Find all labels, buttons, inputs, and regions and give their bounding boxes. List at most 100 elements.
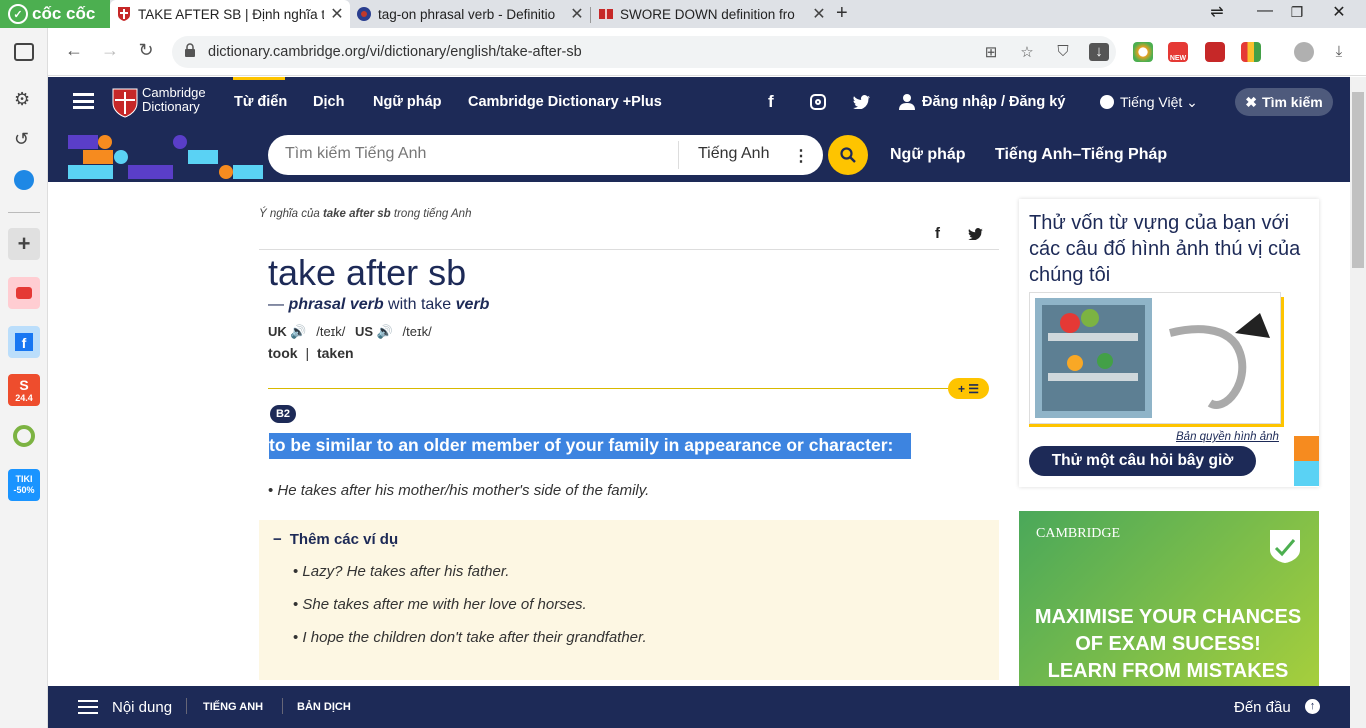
nav-en-fr[interactable]: Tiếng Anh–Tiếng Pháp bbox=[995, 146, 1167, 164]
image-copyright-link[interactable]: Bản quyền hình ảnh bbox=[1176, 431, 1279, 443]
pronunciation: UK 🔊 /teɪk/ US 🔊 /teɪk/ bbox=[268, 324, 432, 340]
tab-close-icon[interactable]: ✕ bbox=[812, 4, 826, 24]
scrollbar-thumb[interactable] bbox=[1352, 92, 1364, 268]
contents-link[interactable]: Nội dung bbox=[112, 699, 172, 716]
tiki-label: TIKI bbox=[15, 474, 33, 484]
shopee-icon[interactable]: S 24.4 bbox=[8, 374, 40, 406]
site-logo[interactable]: Cambridge Dictionary bbox=[142, 86, 206, 114]
plus-list-icon: + ☰ bbox=[957, 381, 980, 396]
extension-coccoc-icon[interactable] bbox=[1133, 42, 1153, 62]
close-icon: ✖ bbox=[1245, 93, 1258, 110]
tab-swore-down[interactable]: SWORE DOWN definition fro ✕ bbox=[592, 0, 832, 28]
lock-icon[interactable] bbox=[184, 43, 196, 57]
restore-icon[interactable]: ❐ bbox=[1282, 4, 1312, 21]
quiz-title[interactable]: Thử vốn từ vựng của bạn với các câu đố h… bbox=[1029, 210, 1314, 288]
language-select[interactable]: Tiếng Việt ⌄ bbox=[1120, 94, 1198, 111]
breadcrumb-pre: Ý nghĩa của bbox=[259, 208, 323, 220]
nav-dictionary[interactable]: Từ điển bbox=[234, 94, 287, 110]
tab-translation[interactable]: BẢN DỊCH bbox=[297, 701, 351, 713]
coccoc-menu-button[interactable]: ✓ cốc cốc bbox=[0, 0, 110, 28]
tab-take-after[interactable]: TAKE AFTER SB | Định nghĩa t ✕ bbox=[110, 0, 350, 28]
extension-red-icon[interactable] bbox=[1205, 42, 1225, 62]
back-icon[interactable]: ← bbox=[62, 40, 86, 61]
dictionary-language-select[interactable]: Tiếng Anh bbox=[698, 145, 769, 163]
arrow-up-icon[interactable]: ↑ bbox=[1305, 699, 1320, 714]
login-link[interactable]: Đăng nhập / Đăng ký bbox=[922, 94, 1065, 110]
tab-close-icon[interactable]: ✕ bbox=[570, 4, 584, 24]
more-options-icon[interactable]: ⋮ bbox=[793, 146, 809, 166]
facebook-icon[interactable]: f bbox=[768, 92, 774, 112]
add-to-wordlist-button[interactable]: + ☰ bbox=[948, 378, 989, 399]
oxford-favicon-icon bbox=[357, 7, 371, 21]
hamburger-menu-icon[interactable] bbox=[73, 93, 94, 109]
search-button[interactable] bbox=[828, 135, 868, 175]
list-item: • Lazy? He takes after his father. bbox=[293, 563, 510, 580]
bookmark-star-icon[interactable]: ☆ bbox=[1018, 43, 1036, 61]
youtube-icon[interactable] bbox=[8, 277, 40, 309]
share-twitter-icon[interactable] bbox=[968, 228, 983, 240]
tab-english[interactable]: TIẾNG ANH bbox=[203, 701, 263, 713]
example-text: I hope the children don't take after the… bbox=[302, 629, 647, 646]
add-app-icon[interactable]: + bbox=[8, 228, 40, 260]
back-to-top-link[interactable]: Đến đầu bbox=[1234, 699, 1291, 716]
tiki-discount: -50% bbox=[13, 485, 35, 495]
nav-grammar[interactable]: Ngữ pháp bbox=[373, 94, 442, 110]
nav-translate[interactable]: Dịch bbox=[313, 94, 344, 110]
quiz-start-button[interactable]: Thử một câu hỏi bây giờ bbox=[1029, 446, 1256, 476]
us-audio-icon[interactable]: 🔊 bbox=[377, 324, 393, 339]
cambridge-favicon-icon bbox=[118, 7, 130, 21]
facebook-icon[interactable]: f bbox=[8, 326, 40, 358]
sense-divider bbox=[268, 388, 958, 389]
language-label: Tiếng Việt bbox=[1120, 94, 1183, 110]
part-of-speech: — phrasal verb with take verb bbox=[268, 296, 489, 314]
twitter-icon[interactable] bbox=[853, 95, 870, 109]
downloads-icon[interactable]: ⤓ bbox=[1330, 43, 1348, 61]
close-window-icon[interactable]: ✕ bbox=[1324, 2, 1354, 22]
coccoc-rungrinh-icon[interactable] bbox=[8, 420, 40, 452]
tiki-icon[interactable]: TIKI -50% bbox=[8, 469, 40, 501]
active-nav-indicator bbox=[233, 77, 285, 80]
ad-brand: CAMBRIDGE bbox=[1036, 526, 1121, 541]
more-examples-toggle[interactable]: − Thêm các ví dụ bbox=[273, 531, 398, 548]
contents-menu-icon[interactable] bbox=[78, 700, 98, 714]
tab-search-icon[interactable]: ⇌ bbox=[1202, 2, 1232, 22]
extension-color-icon[interactable] bbox=[1241, 42, 1261, 62]
share-facebook-icon[interactable]: f bbox=[935, 225, 940, 242]
chevron-down-icon: ⌄ bbox=[1186, 94, 1198, 110]
globe-icon bbox=[1100, 95, 1114, 109]
new-tab-icon[interactable]: + bbox=[836, 2, 848, 25]
cefr-level-badge: B2 bbox=[270, 405, 296, 423]
shield-icon[interactable]: ⛉ bbox=[1054, 43, 1072, 61]
tab-close-icon[interactable]: ✕ bbox=[330, 4, 344, 24]
instagram-icon[interactable] bbox=[810, 94, 826, 110]
settings-gear-icon[interactable]: ⚙ bbox=[14, 89, 30, 110]
profile-avatar[interactable] bbox=[1294, 42, 1314, 62]
history-icon[interactable]: ↺ bbox=[14, 129, 29, 150]
forward-icon[interactable]: → bbox=[98, 40, 122, 61]
messenger-icon[interactable] bbox=[14, 170, 34, 190]
example-sentence: • He takes after his mother/his mother's… bbox=[268, 482, 650, 499]
sidebar-panel-icon[interactable] bbox=[14, 43, 34, 61]
url-text[interactable]: dictionary.cambridge.org/vi/dictionary/e… bbox=[208, 44, 582, 60]
nav-plus[interactable]: Cambridge Dictionary +Plus bbox=[468, 94, 662, 110]
minus-icon: − bbox=[273, 531, 282, 548]
pos-label[interactable]: phrasal verb bbox=[288, 296, 383, 313]
example-text: She takes after me with her love of hors… bbox=[302, 596, 587, 613]
decorative-square bbox=[1294, 461, 1319, 486]
download-page-icon[interactable]: ↓ bbox=[1089, 43, 1109, 61]
tab-tag-on[interactable]: tag-on phrasal verb - Definitio ✕ bbox=[350, 0, 590, 28]
nav-grammar-2[interactable]: Ngữ pháp bbox=[890, 146, 966, 164]
extension-new-icon[interactable]: NEW bbox=[1168, 42, 1188, 62]
close-search-button[interactable]: ✖ Tìm kiếm bbox=[1235, 88, 1333, 116]
us-label: US bbox=[355, 324, 374, 339]
breadcrumb-post: trong tiếng Anh bbox=[390, 208, 472, 220]
uk-audio-icon[interactable]: 🔊 bbox=[290, 324, 306, 339]
search-placeholder[interactable]: Tìm kiếm Tiếng Anh bbox=[285, 145, 426, 163]
reload-icon[interactable]: ↻ bbox=[134, 40, 158, 61]
quiz-image[interactable] bbox=[1029, 292, 1281, 424]
brand-label: cốc cốc bbox=[32, 4, 96, 23]
tab-title: TAKE AFTER SB | Định nghĩa t bbox=[138, 6, 324, 22]
pos2-label[interactable]: verb bbox=[456, 296, 490, 313]
translate-icon[interactable]: ⊞ bbox=[982, 43, 1000, 61]
minimize-icon[interactable]: — bbox=[1250, 2, 1280, 20]
